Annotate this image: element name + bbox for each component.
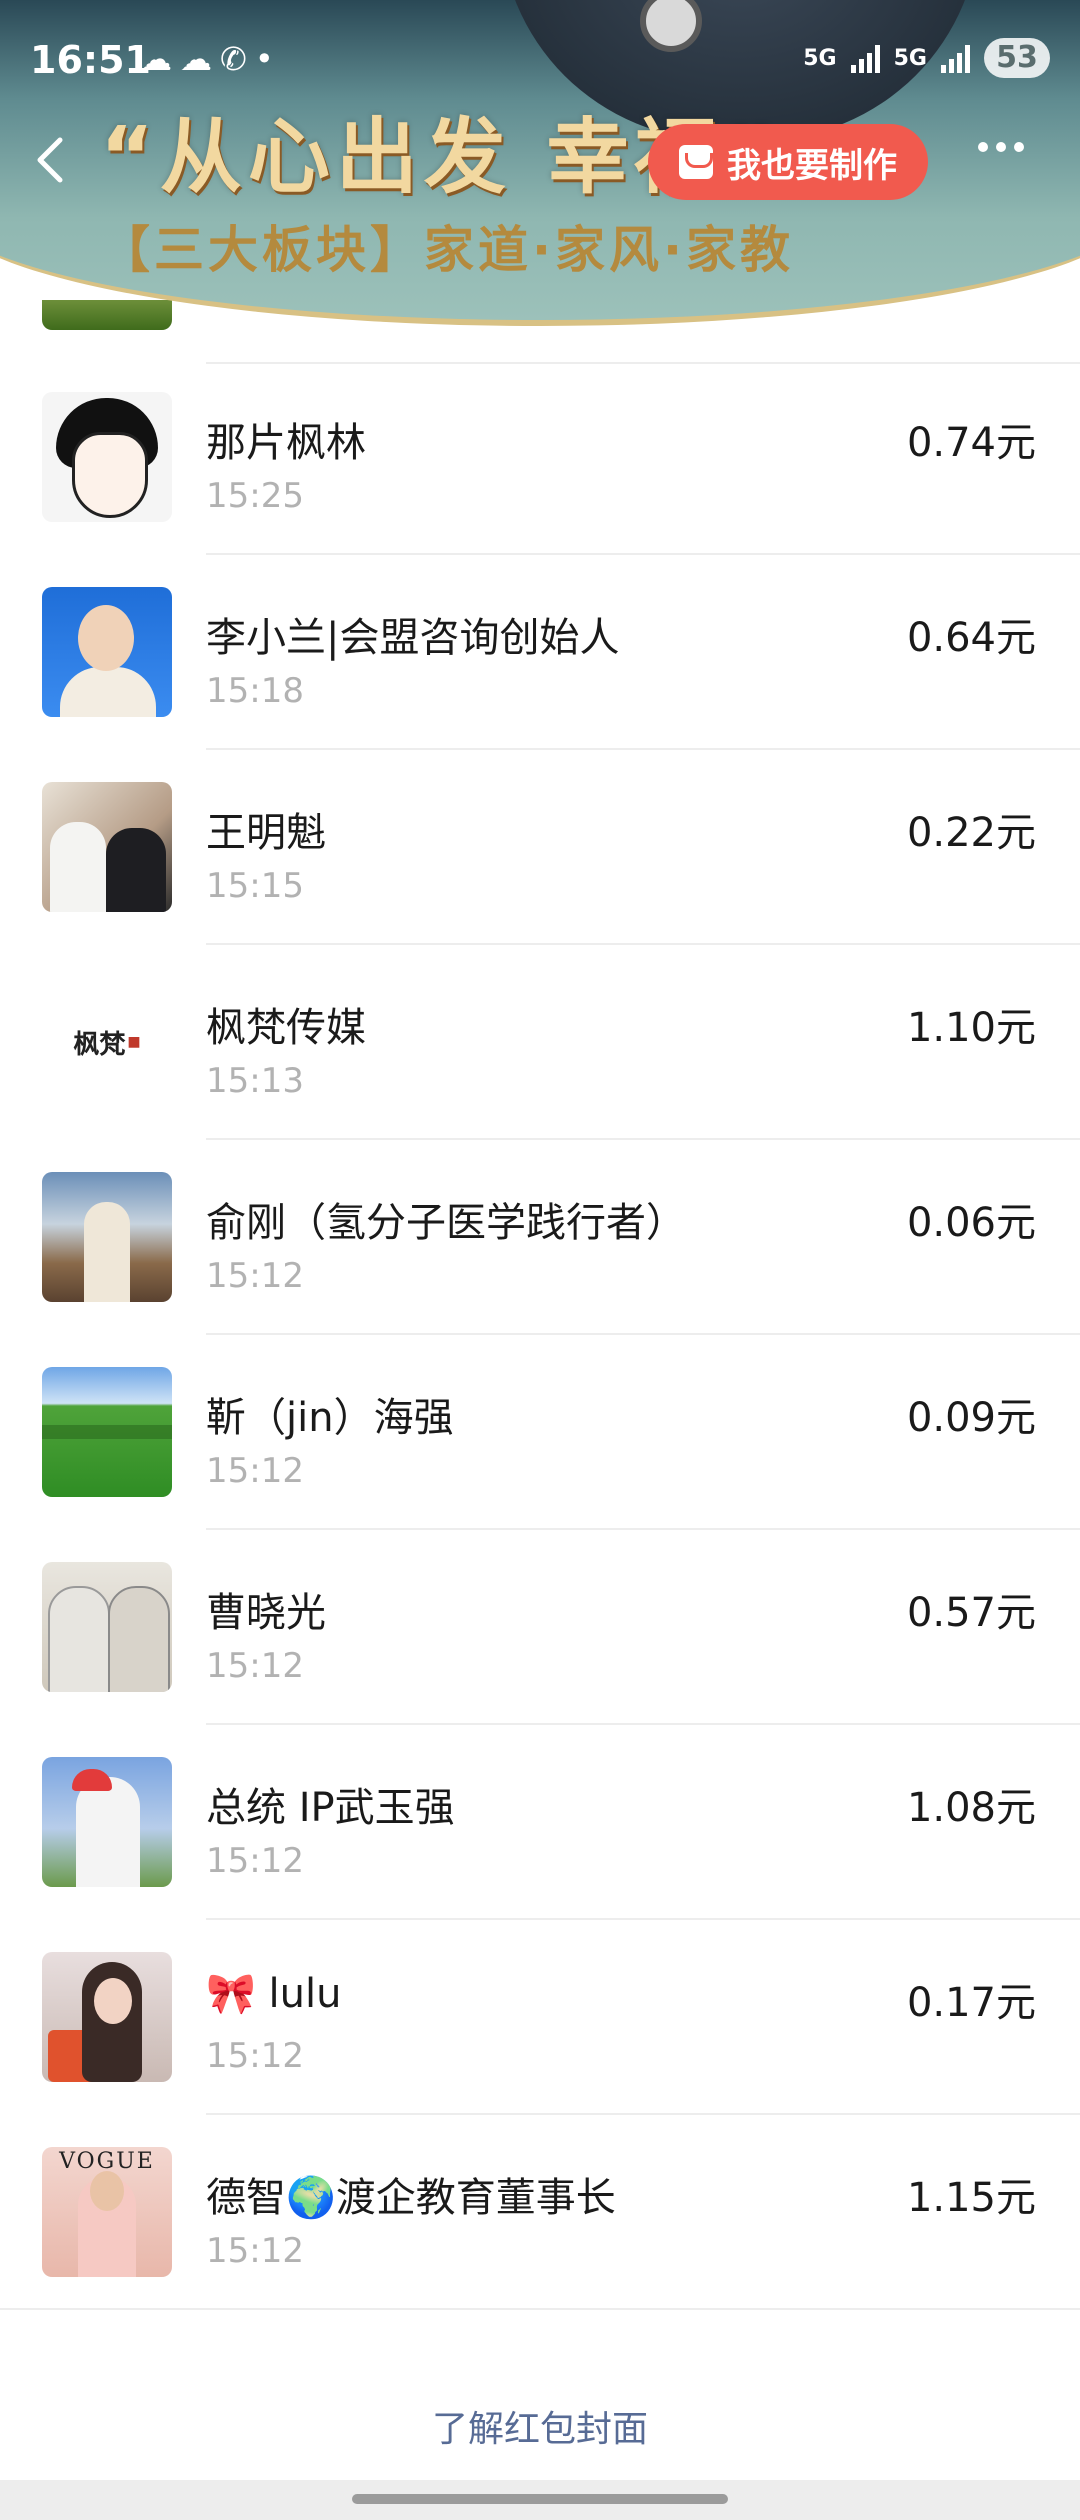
home-indicator[interactable] — [352, 2494, 728, 2504]
logo-text: 枫梵 — [73, 1029, 126, 1060]
user-name: 王明魁 — [206, 810, 326, 856]
claim-time: 15:13 — [206, 1061, 304, 1101]
notification-icons: ☁☁✆• — [140, 40, 282, 78]
claim-time: 15:12 — [206, 1841, 304, 1881]
list-item[interactable]: 枫梵 ■ 枫梵传媒 15:13 1.10元 — [0, 945, 1080, 1140]
list-item[interactable]: 总统 IP武玉强 15:12 1.08元 — [0, 1725, 1080, 1920]
claim-amount: 0.22元 — [906, 810, 1036, 856]
list-item[interactable]: VOGUE 德智🌍渡企教育董事长 15:12 1.15元 — [0, 2115, 1080, 2310]
cover-subtitle: 【三大板块】家道·家风·家教 — [100, 221, 794, 279]
chevron-left-icon — [37, 137, 63, 183]
user-name: 🎀 lulu — [206, 1970, 341, 2017]
claim-amount: 0.64元 — [906, 615, 1036, 661]
claim-time: 15:12 — [206, 2231, 304, 2271]
partial-avatar — [42, 300, 172, 330]
list-item[interactable]: 王明魁 15:15 0.22元 — [0, 750, 1080, 945]
portrait-avatar — [42, 587, 172, 717]
network-label: 5G — [803, 45, 837, 71]
bow-icon: 🎀 — [206, 1971, 256, 2017]
user-name-prefix: 德智 — [206, 2175, 286, 2221]
user-name: 那片枫林 — [206, 420, 366, 466]
mountain-avatar — [42, 1172, 172, 1302]
user-name: 曹晓光 — [206, 1590, 326, 1636]
user-name: 李小兰|会盟咨询创始人 — [206, 615, 620, 661]
vogue-avatar: VOGUE — [42, 2147, 172, 2277]
user-name: 总统 IP武玉强 — [206, 1785, 455, 1831]
claim-records-list: 那片枫林 15:25 0.74元 李小兰|会盟咨询创始人 15:18 0.64元… — [0, 360, 1080, 2310]
claim-amount: 0.06元 — [906, 1200, 1036, 1246]
claim-time: 15:15 — [206, 866, 304, 906]
divider — [0, 2308, 1080, 2310]
magazine-masthead: VOGUE — [59, 2149, 155, 2174]
wechat-icon: ☁ — [180, 40, 220, 78]
grassland-avatar — [42, 1367, 172, 1497]
claim-time: 15:12 — [206, 1451, 304, 1491]
list-item[interactable]: 李小兰|会盟咨询创始人 15:18 0.64元 — [0, 555, 1080, 750]
list-item[interactable]: 🎀 lulu 15:12 0.17元 — [0, 1920, 1080, 2115]
claim-amount: 0.57元 — [906, 1590, 1036, 1636]
dot-icon: • — [254, 40, 282, 78]
network-label: 5G — [893, 45, 927, 71]
list-item[interactable]: 曹晓光 15:12 0.57元 — [0, 1530, 1080, 1725]
signal-icon — [941, 43, 970, 73]
make-cover-label: 我也要制作 — [727, 145, 897, 186]
user-name-text: lulu — [268, 1971, 342, 2017]
claim-amount: 1.08元 — [906, 1785, 1036, 1831]
claim-amount: 0.09元 — [906, 1395, 1036, 1441]
claim-amount: 0.74元 — [906, 420, 1036, 466]
status-bar: 16:51 ☁☁✆• 5G 5G 53 — [0, 0, 1080, 120]
girl-avatar — [42, 1952, 172, 2082]
red-envelope-icon — [679, 145, 713, 179]
user-name: 俞刚（氢分子医学践行者） — [206, 1200, 686, 1246]
system-icons: 5G 5G 53 — [803, 38, 1050, 78]
status-time: 16:51 — [30, 38, 151, 82]
back-button[interactable] — [22, 130, 82, 190]
user-name-text: 渡企教育董事长 — [335, 2175, 616, 2221]
claim-time: 15:18 — [206, 671, 304, 711]
learn-about-covers-link[interactable]: 了解红包封面 — [0, 2400, 1080, 2452]
claim-amount: 1.15元 — [906, 2175, 1036, 2221]
battery-icon: 53 — [984, 38, 1050, 78]
claim-time: 15:12 — [206, 1646, 304, 1686]
cartoon-avatar — [42, 392, 172, 522]
phone-icon: ✆ — [220, 40, 255, 78]
two-people-avatar — [42, 1562, 172, 1692]
claim-time: 15:12 — [206, 2036, 304, 2076]
more-options-icon[interactable] — [978, 142, 1024, 152]
list-item[interactable]: 那片枫林 15:25 0.74元 — [0, 360, 1080, 555]
wechat-icon: ☁ — [140, 40, 180, 78]
logo-avatar: 枫梵 ■ — [42, 977, 172, 1107]
photo-avatar — [42, 782, 172, 912]
user-name: 德智🌍渡企教育董事长 — [206, 2165, 616, 2223]
claim-amount: 1.10元 — [906, 1005, 1036, 1051]
list-item[interactable]: 靳（jin）海强 15:12 0.09元 — [0, 1335, 1080, 1530]
claim-time: 15:25 — [206, 476, 304, 516]
globe-icon: 🌍 — [286, 2175, 336, 2221]
signal-icon — [850, 43, 880, 73]
claim-time: 15:12 — [206, 1256, 304, 1296]
golf-avatar — [42, 1757, 172, 1887]
user-name: 靳（jin）海强 — [206, 1395, 454, 1441]
red-envelope-records-page: “从心出发 幸福” 【三大板块】家道·家风·家教 16:51 ☁☁✆• 5G 5… — [0, 0, 1080, 2520]
list-item[interactable]: 俞刚（氢分子医学践行者） 15:12 0.06元 — [0, 1140, 1080, 1335]
make-cover-button[interactable]: 我也要制作 — [648, 124, 928, 200]
user-name: 枫梵传媒 — [206, 1005, 366, 1051]
claim-amount: 0.17元 — [906, 1980, 1036, 2026]
